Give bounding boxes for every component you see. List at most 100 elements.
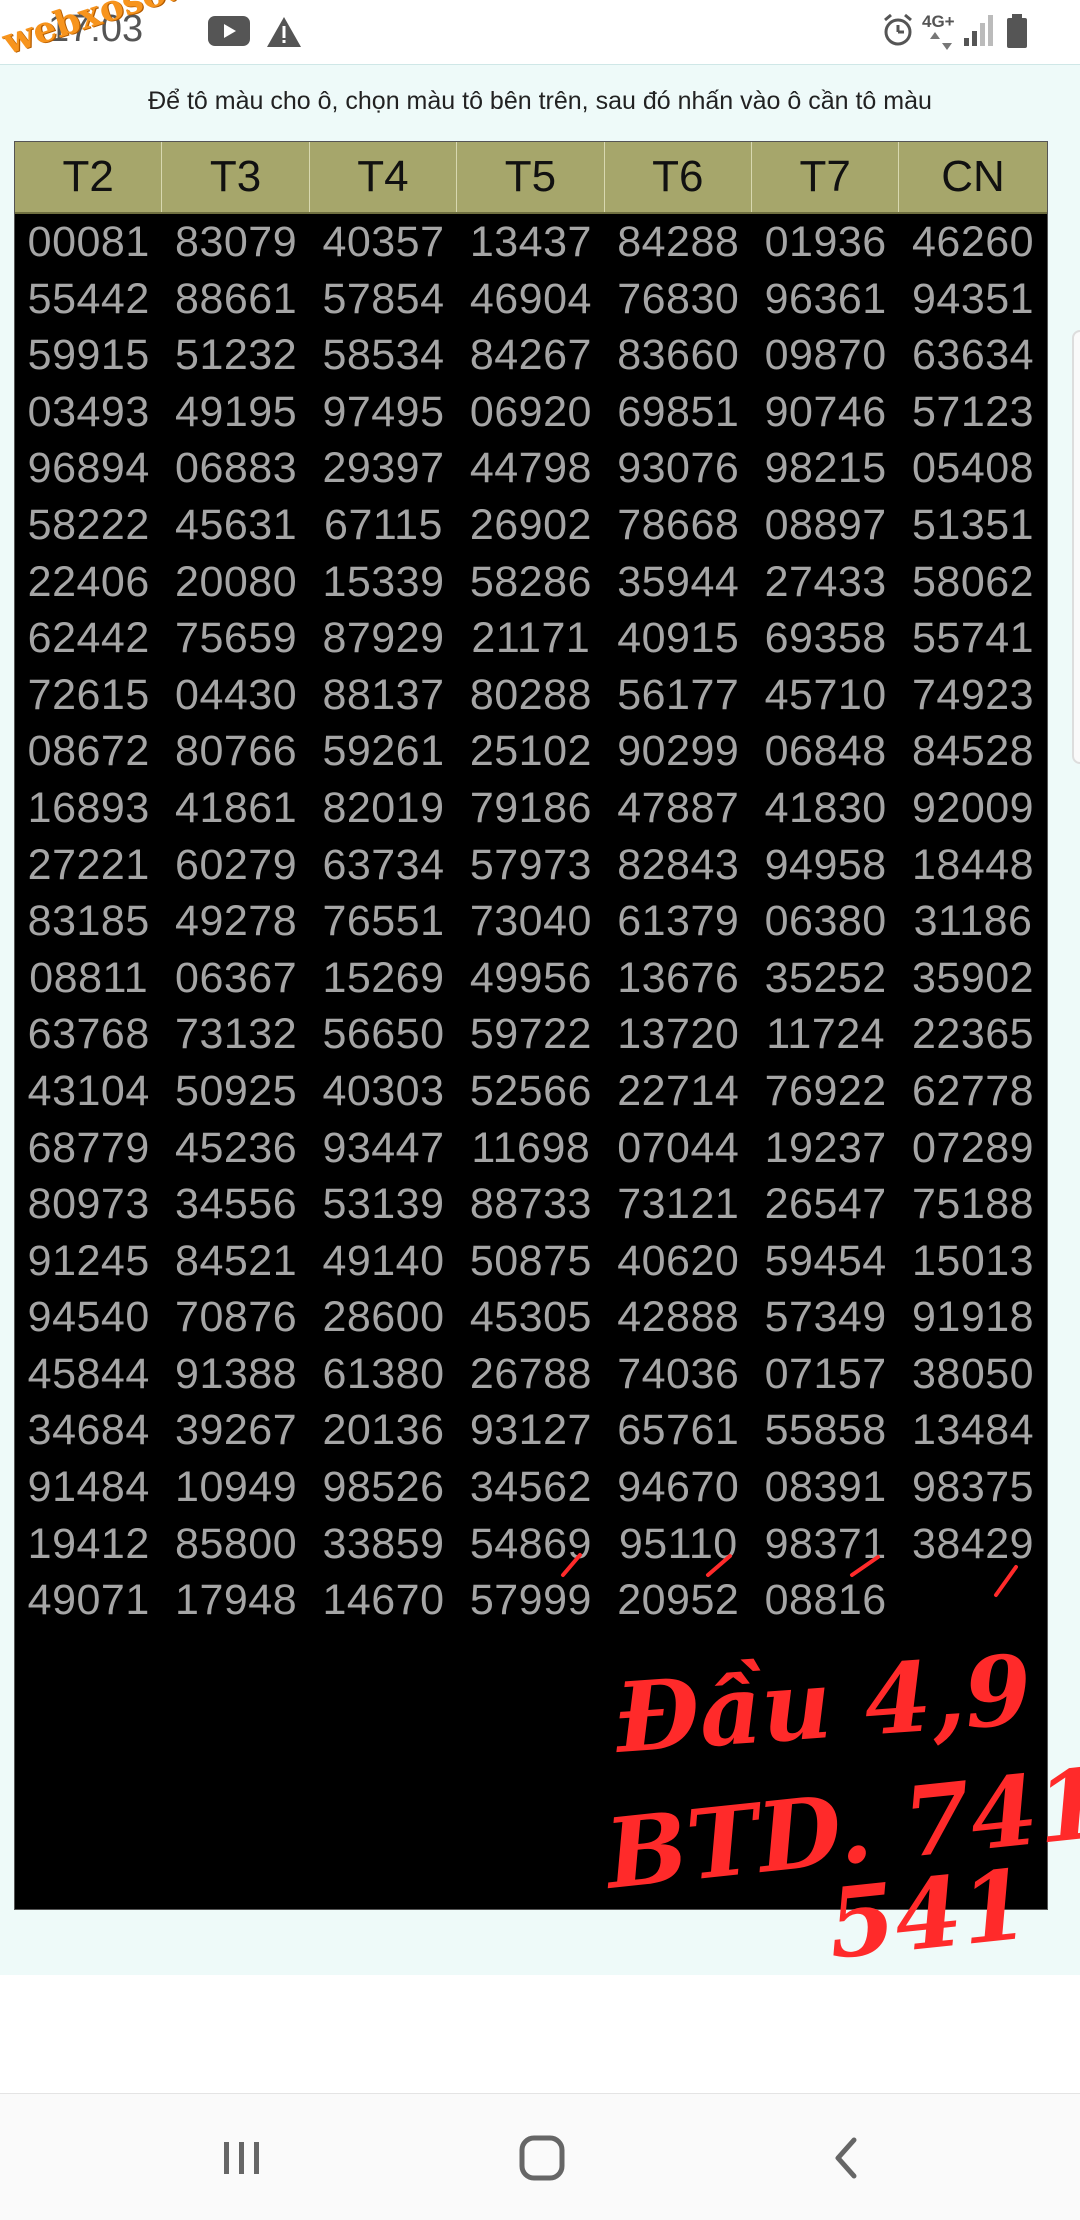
number-cell[interactable]: 80766 <box>162 723 309 780</box>
number-cell[interactable]: 06367 <box>162 950 309 1007</box>
number-cell[interactable]: 53139 <box>310 1176 457 1233</box>
number-cell[interactable]: 13676 <box>605 950 752 1007</box>
number-cell[interactable]: 15339 <box>310 554 457 611</box>
number-cell[interactable]: 34556 <box>162 1176 309 1233</box>
number-cell[interactable]: 94958 <box>752 837 899 894</box>
number-cell[interactable]: 19412 <box>15 1516 162 1573</box>
number-cell[interactable]: 06883 <box>162 440 309 497</box>
number-cell[interactable]: 17948 <box>162 1572 309 1629</box>
number-cell[interactable]: 91918 <box>899 1289 1046 1346</box>
number-cell[interactable]: 31186 <box>899 893 1046 950</box>
number-cell[interactable]: 67115 <box>310 497 457 554</box>
number-cell[interactable]: 51232 <box>162 327 309 384</box>
number-cell[interactable]: 83079 <box>162 214 309 271</box>
number-cell[interactable]: 98215 <box>752 440 899 497</box>
number-cell[interactable]: 61380 <box>310 1346 457 1403</box>
number-cell[interactable]: 34684 <box>15 1402 162 1459</box>
number-cell[interactable]: 08816 <box>752 1572 899 1629</box>
number-cell[interactable]: 75188 <box>899 1176 1046 1233</box>
scroll-handle[interactable] <box>1072 330 1080 764</box>
number-cell[interactable]: 93127 <box>457 1402 604 1459</box>
number-cell[interactable]: 84528 <box>899 723 1046 780</box>
number-cell[interactable]: 09870 <box>752 327 899 384</box>
number-cell[interactable]: 49195 <box>162 384 309 441</box>
number-cell[interactable]: 38050 <box>899 1346 1046 1403</box>
number-cell[interactable]: 40915 <box>605 610 752 667</box>
number-cell[interactable]: 08811 <box>15 950 162 1007</box>
number-cell[interactable]: 73121 <box>605 1176 752 1233</box>
number-cell[interactable]: 45631 <box>162 497 309 554</box>
number-cell[interactable]: 20952 <box>605 1572 752 1629</box>
number-cell[interactable]: 98375 <box>899 1459 1046 1516</box>
number-cell[interactable]: 61379 <box>605 893 752 950</box>
number-cell[interactable]: 08897 <box>752 497 899 554</box>
number-cell[interactable]: 46260 <box>899 214 1046 271</box>
number-cell[interactable]: 83185 <box>15 893 162 950</box>
number-cell[interactable]: 62442 <box>15 610 162 667</box>
number-cell[interactable]: 96894 <box>15 440 162 497</box>
number-cell[interactable]: 21171 <box>457 610 604 667</box>
number-cell[interactable]: 58062 <box>899 554 1046 611</box>
number-cell[interactable]: 94351 <box>899 271 1046 328</box>
number-cell[interactable]: 50875 <box>457 1233 604 1290</box>
number-cell[interactable]: 40357 <box>310 214 457 271</box>
number-cell[interactable]: 59261 <box>310 723 457 780</box>
number-cell[interactable]: 00081 <box>15 214 162 271</box>
back-icon[interactable] <box>818 2130 878 2186</box>
number-cell[interactable]: 38429 <box>899 1516 1046 1573</box>
number-cell[interactable]: 06920 <box>457 384 604 441</box>
number-cell[interactable]: 94540 <box>15 1289 162 1346</box>
number-cell[interactable]: 20080 <box>162 554 309 611</box>
number-cell[interactable]: 88733 <box>457 1176 604 1233</box>
number-cell[interactable]: 57349 <box>752 1289 899 1346</box>
number-cell[interactable]: 62778 <box>899 1063 1046 1120</box>
number-cell[interactable]: 20136 <box>310 1402 457 1459</box>
home-icon[interactable] <box>512 2130 572 2186</box>
number-cell[interactable]: 35944 <box>605 554 752 611</box>
number-cell[interactable]: 41830 <box>752 780 899 837</box>
number-cell[interactable]: 08672 <box>15 723 162 780</box>
number-cell[interactable]: 56177 <box>605 667 752 724</box>
number-cell[interactable]: 15269 <box>310 950 457 1007</box>
number-cell[interactable]: 93447 <box>310 1120 457 1177</box>
number-cell[interactable]: 10949 <box>162 1459 309 1516</box>
number-cell[interactable]: 45844 <box>15 1346 162 1403</box>
number-cell[interactable]: 58534 <box>310 327 457 384</box>
number-cell[interactable]: 06380 <box>752 893 899 950</box>
number-cell[interactable]: 08391 <box>752 1459 899 1516</box>
number-cell[interactable]: 58286 <box>457 554 604 611</box>
number-cell[interactable]: 45710 <box>752 667 899 724</box>
number-cell[interactable]: 95110 <box>605 1516 752 1573</box>
number-cell[interactable]: 27221 <box>15 837 162 894</box>
number-cell[interactable]: 07157 <box>752 1346 899 1403</box>
number-cell[interactable]: 40303 <box>310 1063 457 1120</box>
number-cell[interactable]: 13720 <box>605 1006 752 1063</box>
number-cell[interactable]: 47887 <box>605 780 752 837</box>
number-cell[interactable]: 25102 <box>457 723 604 780</box>
number-cell[interactable]: 91388 <box>162 1346 309 1403</box>
number-cell[interactable]: 87929 <box>310 610 457 667</box>
number-cell[interactable]: 84288 <box>605 214 752 271</box>
number-cell[interactable]: 97495 <box>310 384 457 441</box>
number-cell[interactable]: 06848 <box>752 723 899 780</box>
number-cell[interactable]: 57999 <box>457 1572 604 1629</box>
number-cell[interactable]: 35902 <box>899 950 1046 1007</box>
number-cell[interactable]: 07044 <box>605 1120 752 1177</box>
number-cell[interactable]: 82019 <box>310 780 457 837</box>
number-cell[interactable]: 49956 <box>457 950 604 1007</box>
number-cell[interactable]: 49278 <box>162 893 309 950</box>
number-cell[interactable]: 84267 <box>457 327 604 384</box>
number-cell[interactable]: 80973 <box>15 1176 162 1233</box>
number-cell[interactable]: 76922 <box>752 1063 899 1120</box>
number-cell[interactable]: 11698 <box>457 1120 604 1177</box>
number-cell[interactable]: 55741 <box>899 610 1046 667</box>
number-cell[interactable]: 91245 <box>15 1233 162 1290</box>
number-cell[interactable]: 58222 <box>15 497 162 554</box>
number-cell[interactable]: 92009 <box>899 780 1046 837</box>
number-cell[interactable]: 83660 <box>605 327 752 384</box>
number-cell[interactable]: 57973 <box>457 837 604 894</box>
number-cell[interactable]: 80288 <box>457 667 604 724</box>
number-cell[interactable] <box>899 1572 1046 1629</box>
number-cell[interactable]: 82843 <box>605 837 752 894</box>
number-cell[interactable]: 54869 <box>457 1516 604 1573</box>
